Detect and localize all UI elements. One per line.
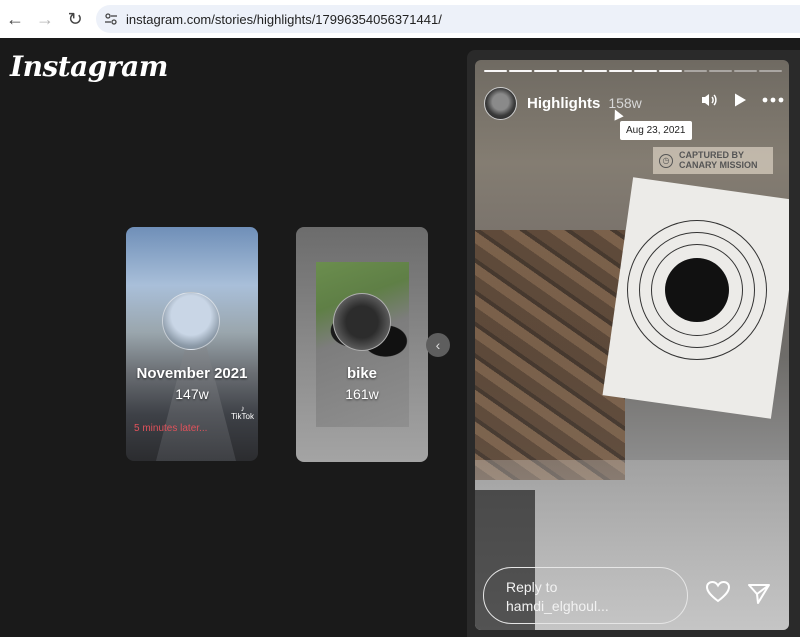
progress-segment	[484, 70, 507, 72]
highlight-age: 147w	[175, 386, 209, 402]
browser-toolbar: ← → ↻ instagram.com/stories/highlights/1…	[0, 0, 800, 38]
highlight-cover	[162, 292, 220, 350]
chevron-left-icon: ‹	[435, 337, 441, 353]
heart-icon[interactable]	[705, 580, 731, 604]
forward-icon[interactable]: →	[30, 4, 60, 34]
progress-segment	[709, 70, 732, 72]
reply-placeholder: Reply to	[506, 579, 558, 595]
reply-input[interactable]: Reply to hamdi_elghoul...	[483, 567, 688, 624]
stamp-text: CAPTURED BY CANARY MISSION	[679, 150, 758, 170]
highlight-age: 161w	[345, 386, 379, 402]
story-age[interactable]: 158w	[608, 95, 641, 111]
progress-segment	[509, 70, 532, 72]
progress-segment	[759, 70, 782, 72]
progress-segment	[734, 70, 757, 72]
tiktok-badge: TikTok	[231, 412, 254, 421]
instagram-logo[interactable]: Instagram	[10, 50, 168, 83]
progress-segment	[609, 70, 632, 72]
progress-segment	[559, 70, 582, 72]
previous-story-button[interactable]: ‹	[426, 333, 450, 357]
wooden-shelves	[475, 230, 625, 480]
avatar[interactable]	[484, 86, 517, 120]
address-bar[interactable]: instagram.com/stories/highlights/1799635…	[96, 5, 800, 33]
target-bullseye	[665, 258, 729, 322]
story-controls	[700, 92, 784, 108]
watermark-stamp: ◷ CAPTURED BY CANARY MISSION	[653, 147, 773, 174]
back-icon[interactable]: ←	[0, 4, 30, 34]
volume-icon[interactable]	[700, 92, 718, 108]
story-overlay-text: 5 minutes later...	[134, 423, 208, 434]
progress-segment	[659, 70, 682, 72]
play-icon[interactable]	[732, 92, 748, 108]
story-header: Highlights 158w	[484, 86, 784, 120]
more-icon[interactable]	[762, 97, 784, 103]
highlight-card-november-2021[interactable]: November 2021 147w ♪ TikTok 5 minutes lat…	[126, 227, 258, 461]
highlight-cover	[333, 293, 391, 351]
progress-segment	[684, 70, 707, 72]
story-title[interactable]: Highlights	[527, 95, 600, 112]
story-media[interactable]	[475, 60, 789, 630]
stamp-line: CANARY MISSION	[679, 159, 758, 170]
highlight-card-bike[interactable]: bike 161w	[296, 227, 428, 462]
date-tooltip: Aug 23, 2021	[620, 121, 692, 140]
progress-segment	[534, 70, 557, 72]
clock-icon: ◷	[659, 153, 673, 168]
story-viewer[interactable]: Highlights 158w Aug 23, 2021 ◷ CAPTURED …	[467, 50, 800, 637]
site-info-icon[interactable]	[104, 12, 118, 26]
progress-segment	[584, 70, 607, 72]
tiktok-icon: ♪ TikTok	[231, 404, 254, 421]
highlight-title: bike	[346, 365, 377, 382]
url-text[interactable]: instagram.com/stories/highlights/1799635…	[126, 12, 442, 27]
story-progress-bar	[484, 70, 782, 72]
progress-segment	[634, 70, 657, 72]
reply-placeholder: hamdi_elghoul...	[506, 597, 609, 614]
send-icon[interactable]	[747, 583, 771, 605]
reload-icon[interactable]: ↻	[60, 4, 90, 34]
highlight-title: November 2021	[136, 365, 248, 382]
